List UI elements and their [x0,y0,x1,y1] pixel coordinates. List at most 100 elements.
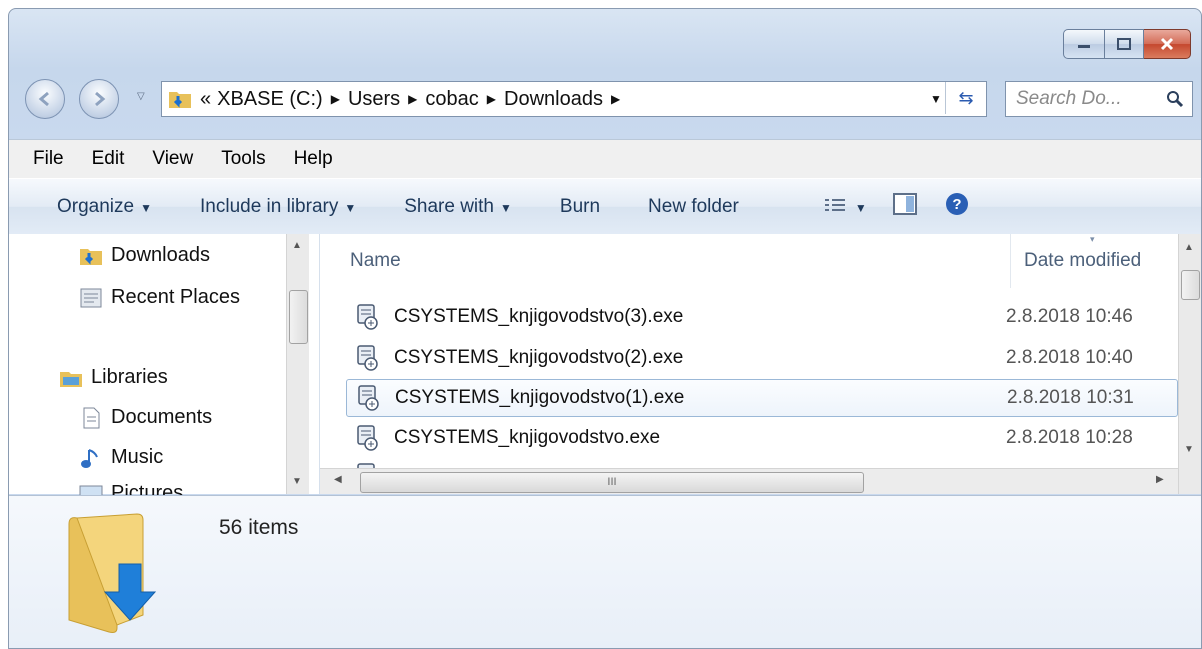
installer-exe-icon [357,425,378,451]
file-name: CSYSTEMS_knjigovodstvo(3).exe [394,306,684,327]
scroll-left-icon[interactable]: ◀ [334,474,342,485]
chevron-down-icon: ▼ [854,200,867,215]
nav-item-downloads[interactable]: Downloads [79,244,210,267]
nav-item-music[interactable]: Music [79,446,163,469]
organize-button[interactable]: Organize ▼ [9,196,176,218]
nav-scrollbar[interactable]: ▲ ▼ [286,234,309,494]
installer-exe-icon [357,345,378,371]
breadcrumb-drive[interactable]: XBASE (C:) [217,88,323,111]
minimize-button[interactable] [1063,29,1105,59]
recent-places-icon [80,288,102,307]
scrollbar-thumb[interactable] [1181,270,1200,300]
details-pane: 56 items [9,495,1201,648]
file-row[interactable]: CSYSTEMS_knjigovodstvo(2).exe 2.8.2018 1… [346,340,1176,376]
chevron-down-icon: ▼ [344,200,357,215]
close-button[interactable] [1144,29,1191,59]
file-name: CSYSTEMS_knjigovodstvo(1).exe [395,387,685,408]
column-divider[interactable] [1010,234,1011,288]
change-view-button[interactable]: ▼ [763,196,877,218]
breadcrumb-separator-icon[interactable]: ▶ [487,92,496,106]
column-header-name[interactable]: Name [350,250,401,272]
file-date: 2.8.2018 10:31 [1007,387,1134,408]
menu-bar: File Edit View Tools Help [9,139,1201,178]
maximize-button[interactable] [1105,29,1144,59]
libraries-icon [60,371,82,387]
search-input[interactable]: Search Do... [1005,81,1193,117]
scroll-down-icon[interactable]: ▼ [292,476,302,487]
nav-item-libraries[interactable]: Libraries [59,366,168,389]
include-in-library-button[interactable]: Include in library ▼ [176,196,380,218]
horizontal-scrollbar[interactable]: ◀ III ▶ [320,468,1178,494]
menu-file[interactable]: File [9,148,78,170]
chevron-down-icon: ▼ [500,200,512,215]
folder-downloads-icon [80,248,102,265]
command-bar: Organize ▼ Include in library ▼ Share with… [9,178,1201,235]
nav-item-recent-places[interactable]: Recent Places [79,286,240,309]
scrollbar-grip-icon: III [607,476,617,488]
file-list-scrollbar[interactable]: ▲ ▼ [1178,234,1201,494]
help-button[interactable]: ? [933,192,981,222]
breadcrumb-separator-icon[interactable]: ▶ [408,92,417,106]
breadcrumb-separator-icon[interactable]: ▶ [611,92,620,106]
music-icon [81,448,98,468]
organize-label: Organize [57,195,135,217]
column-header-date[interactable]: Date modified [1024,250,1141,272]
forward-button[interactable] [79,79,119,119]
file-row-selected[interactable]: CSYSTEMS_knjigovodstvo(1).exe 2.8.2018 1… [346,379,1178,417]
include-label: Include in library [200,195,339,217]
address-bar[interactable]: « XBASE (C:) ▶ Users ▶ cobac ▶ Downloads… [161,81,987,117]
preview-pane-button[interactable] [877,192,933,221]
breadcrumb-cobac[interactable]: cobac [425,88,478,111]
installer-exe-icon [358,385,379,411]
minimize-icon [1078,45,1090,48]
nav-item-documents[interactable]: Documents [79,406,212,429]
menu-edit[interactable]: Edit [78,148,139,170]
share-label: Share with [404,195,495,217]
file-date: 2.8.2018 10:46 [1006,306,1133,327]
folder-downloads-icon [169,92,191,108]
view-details-icon [824,198,845,211]
burn-label: Burn [559,195,601,217]
scrollbar-thumb[interactable]: III [360,472,864,493]
column-headers: Name Date modified ▾ [320,234,1178,288]
file-date: 2.8.2018 10:28 [1006,427,1133,448]
svg-text:?: ? [952,196,961,213]
back-button[interactable] [25,79,65,119]
recent-pages-chevron-icon[interactable]: ▽ [137,91,145,102]
caption-buttons [1063,29,1191,59]
breadcrumb-users[interactable]: Users [348,88,400,111]
scrollbar-thumb[interactable] [289,290,308,344]
nav-label: Music [111,446,164,468]
breadcrumb-downloads[interactable]: Downloads [504,88,603,111]
close-icon [1160,37,1174,51]
scroll-right-icon[interactable]: ▶ [1156,474,1164,485]
forward-arrow-icon [95,91,106,107]
new-folder-label: New folder [648,195,739,217]
installer-exe-icon [357,304,378,330]
maximize-icon [1117,38,1131,50]
chevron-down-icon: ▼ [140,200,152,215]
search-placeholder: Search Do... [1016,88,1122,109]
burn-button[interactable]: Burn [536,196,624,218]
scroll-up-icon[interactable]: ▲ [1184,242,1194,253]
nav-label: Recent Places [111,286,240,308]
explorer-window: ▽ « XBASE (C:) ▶ Users ▶ cobac ▶ Downloa… [8,8,1202,649]
breadcrumb-overflow[interactable]: « [200,88,211,111]
share-with-button[interactable]: Share with ▼ [380,196,536,218]
menu-tools[interactable]: Tools [207,148,279,170]
refresh-icon: ⇆ [958,87,974,108]
file-row[interactable]: CSYSTEMS_knjigovodstvo(3).exe 2.8.2018 1… [346,299,1176,335]
item-count: 56 items [219,516,299,539]
file-row[interactable]: CSYSTEMS_knjigovodstvo.exe 2.8.2018 10:2… [346,420,1176,456]
breadcrumb-separator-icon[interactable]: ▶ [331,92,340,106]
back-arrow-icon [38,91,49,107]
nav-label: Documents [111,406,213,428]
new-folder-button[interactable]: New folder [624,196,763,218]
menu-view[interactable]: View [138,148,207,170]
refresh-button[interactable]: ⇆ [945,82,986,114]
scroll-up-icon[interactable]: ▲ [292,240,302,251]
nav-label: Libraries [91,366,168,388]
address-dropdown-icon[interactable]: ▼ [930,92,942,106]
scroll-down-icon[interactable]: ▼ [1184,444,1194,455]
menu-help[interactable]: Help [280,148,347,170]
